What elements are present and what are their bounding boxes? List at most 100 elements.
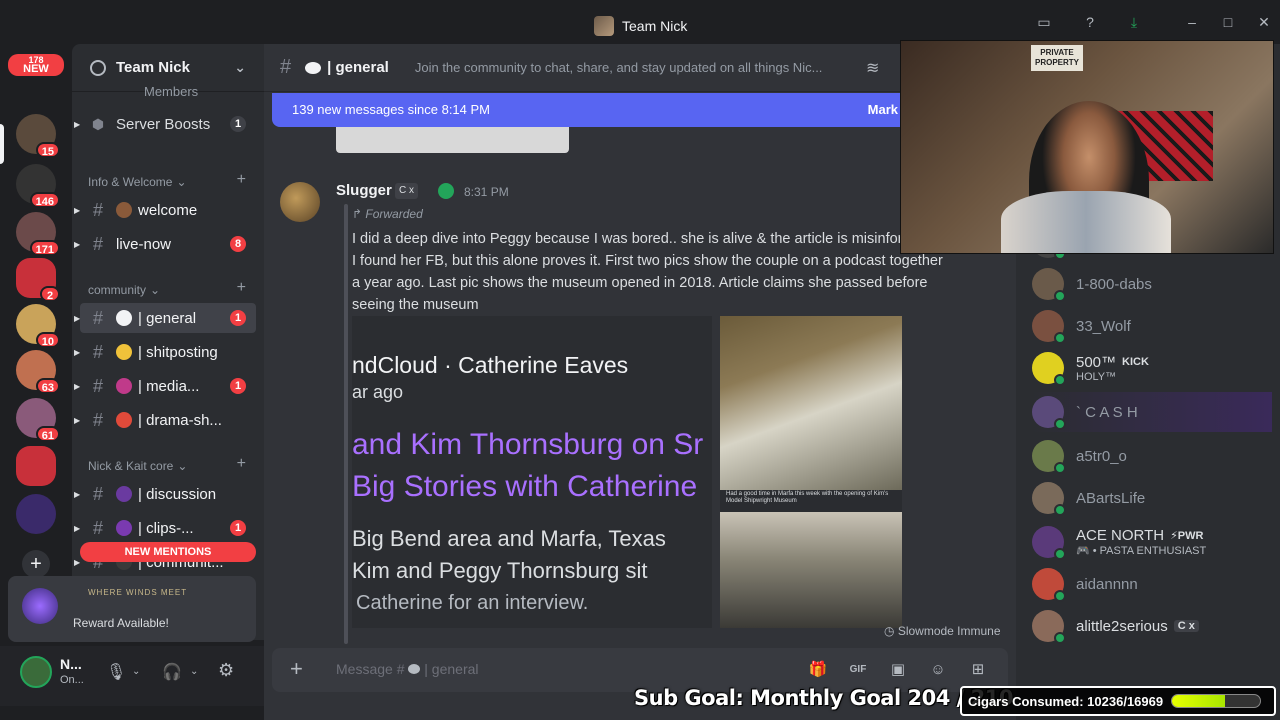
previous-image-attachment[interactable] [336,127,569,153]
text-channel-icon: # [92,341,103,362]
member-activity: HOLY™ [1076,370,1117,383]
avatar [1032,396,1066,430]
chevron-down-icon[interactable]: ⌄ [132,666,140,677]
article-line: and Kim Thornsburg on Sr [352,428,704,461]
category-info-welcome[interactable]: Info & Welcome ⌄ [88,175,187,189]
member-text: aidannnn [1076,576,1138,593]
download-icon[interactable]: ⤓ [1126,14,1142,30]
channel-item[interactable]: ▶ # | media... 1 [74,371,256,401]
maximize-icon[interactable]: □ [1220,14,1236,30]
chevron-down-icon: ⌄ [177,459,188,473]
forward-arrow-icon: ↱ [352,207,366,221]
close-icon[interactable]: ✕ [1256,14,1272,30]
channel-emoji-icon [116,486,132,502]
add-attachment-icon[interactable]: + [290,658,303,680]
member-name: a5tr0_o [1076,447,1127,465]
mark-as-read-button[interactable]: Mark [868,93,898,127]
server-icon[interactable] [16,494,56,534]
reward-notification[interactable]: WHERE WINDS MEET Reward Available! [8,576,256,642]
image-attachment-article[interactable]: ndCloud · Catherine Eaves ar ago and Kim… [352,316,712,628]
text-channel-icon: # [92,409,103,430]
member-item[interactable]: a5tr0_o [1032,436,1272,476]
server-icon[interactable]: 15 [16,114,60,158]
member-name: alittle2serious [1076,617,1168,635]
user-panel: N... On... 🎙 ⌄ 🎧 ⌄ ⚙ [0,646,264,706]
text-channel-icon: # [92,233,103,254]
members-link[interactable]: Members [144,84,198,99]
article-line: Big Bend area and Marfa, Texas [352,526,666,551]
member-item[interactable]: ` C A S H [1032,392,1272,432]
help-icon[interactable]: ? [1082,14,1098,30]
message-author[interactable]: Slugger [336,182,392,199]
sticker-icon[interactable]: ▣ [888,660,908,680]
threads-icon[interactable]: ≋ [866,58,879,78]
reward-text: Reward Available! [73,616,169,630]
avatar[interactable] [280,182,320,222]
channel-topic[interactable]: Join the community to chat, share, and s… [415,60,845,75]
apps-icon[interactable]: ⊞ [968,660,988,680]
gift-icon[interactable]: 🎁 [808,660,828,680]
category-nick-kait-core[interactable]: Nick & Kait core ⌄ [88,459,187,473]
channel-item[interactable]: ▶ # | drama-sh... [74,405,256,435]
image-attachment-photos[interactable]: Had a good time in Marfa this week with … [720,316,902,628]
server-icon[interactable]: 63 [16,350,60,394]
server-icon[interactable]: 10 [16,304,60,348]
server-icon[interactable]: 171 [16,212,60,256]
channel-item[interactable]: ▶ # welcome [74,195,256,225]
channel-item[interactable]: ▶ # | shitposting [74,337,256,367]
server-icon[interactable]: 61 [16,398,60,442]
gif-icon[interactable]: GIF [848,660,868,680]
member-line: aidannnn [1076,576,1138,593]
new-messages-text: 139 new messages since 8:14 PM [292,102,490,117]
quest-icon [22,588,58,624]
member-item[interactable]: aidannnn [1032,564,1272,604]
channel-name: | clips-... [138,519,194,537]
server-icon[interactable]: 2 [16,258,60,302]
mention-badge: 146 [29,192,60,208]
member-item[interactable]: 500™ KICK HOLY™ [1032,348,1272,388]
new-unreads-pill[interactable]: 178 NEW [8,54,64,76]
server-icon[interactable] [16,446,56,486]
message-input[interactable]: Message # | general [336,661,479,677]
create-channel-icon[interactable]: + [237,455,246,473]
forwarded-text: Forwarded [365,207,423,221]
guild-tag[interactable]: C x [395,183,418,199]
emoji-icon[interactable]: ☺ [928,660,948,680]
server-boosts-item[interactable]: ▶ ⬢ Server Boosts 1 [74,109,256,139]
member-item[interactable]: ACE NORTH ⚡PWR 🎮 • PASTA ENTHUSIAST [1032,522,1272,562]
create-channel-icon[interactable]: + [237,279,246,297]
cigars-text: Cigars Consumed: 10236/16969 [968,693,1164,709]
username[interactable]: N... [60,656,82,672]
create-channel-icon[interactable]: + [237,171,246,189]
category-community[interactable]: community ⌄ [88,283,160,297]
settings-gear-icon[interactable]: ⚙ [218,660,234,681]
speech-bubble-icon [305,61,322,74]
server-icon[interactable]: 146 [16,164,60,208]
member-item[interactable]: ABartsLife [1032,478,1272,518]
expand-arrow-icon: ▶ [74,557,81,567]
headphones-icon[interactable]: 🎧 [162,662,182,682]
status-indicator [1054,632,1066,644]
channel-item[interactable]: ▶ # | clips-... 1 [74,513,256,543]
new-mentions-pill[interactable]: NEW MENTIONS [80,542,256,562]
member-line: 500™ KICK [1076,354,1149,371]
member-item[interactable]: 33_Wolf [1032,306,1272,346]
expand-arrow-icon: ▶ [74,523,81,533]
member-item[interactable]: 1-800-dabs [1032,264,1272,304]
avatar[interactable] [20,656,52,688]
placeholder-channel: general [431,661,479,677]
channel-item[interactable]: ▶ # | discussion [74,479,256,509]
channel-item[interactable]: ▶ # | general 1 [74,303,256,333]
podcast-photo [720,316,902,490]
new-messages-bar[interactable]: 139 new messages since 8:14 PM Mark [272,93,908,127]
window-title-text: Team Nick [622,18,688,34]
inbox-icon[interactable]: ▭ [1036,14,1052,30]
chevron-down-icon[interactable]: ⌄ [190,666,198,677]
channel-item[interactable]: ▶ # live-now 8 [74,229,256,259]
discord-app: Team Nick ▭ ? ⤓ – □ ✕ 178 NEW 15 146 171 2 1… [0,0,1280,720]
new-label: NEW [23,63,49,75]
member-item[interactable]: alittle2serious C x [1032,606,1272,646]
minimize-icon[interactable]: – [1184,14,1200,30]
add-server-button[interactable]: + [22,550,50,578]
microphone-icon[interactable]: 🎙 [106,662,126,682]
